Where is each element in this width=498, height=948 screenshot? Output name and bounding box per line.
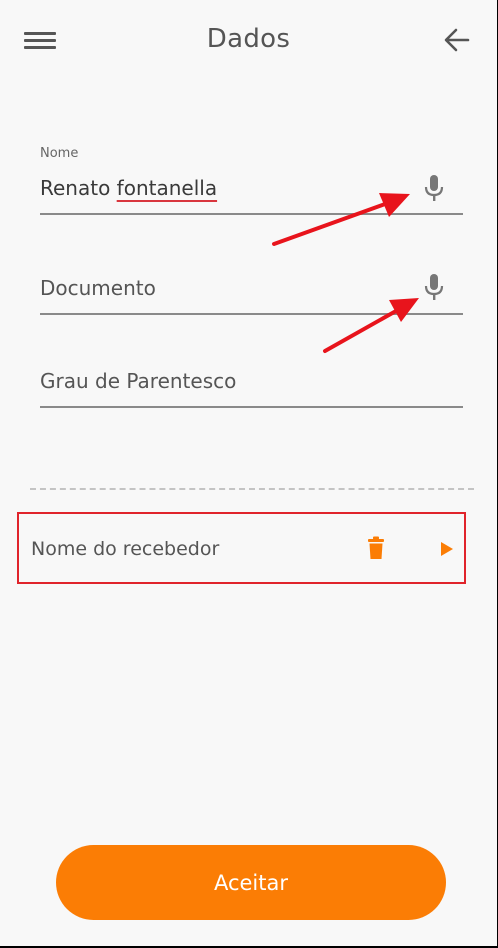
name-field-value[interactable]: Renato fontanella (40, 176, 217, 200)
section-divider (30, 488, 474, 490)
app-header: Dados (0, 0, 497, 80)
microphone-icon (424, 274, 444, 300)
document-field[interactable]: Documento (40, 262, 463, 316)
misspelled-word: fontanella (116, 176, 218, 200)
microphone-icon (424, 175, 444, 201)
receiver-row[interactable]: Nome do recebedor (17, 512, 466, 584)
name-field-label: Nome (40, 146, 79, 161)
kinship-field-underline (40, 406, 463, 408)
trash-icon (368, 536, 384, 559)
kinship-field-placeholder: Grau de Parentesco (40, 369, 237, 393)
document-field-underline (40, 313, 463, 315)
name-field-underline (40, 213, 463, 215)
delete-receiver-button[interactable] (367, 536, 385, 560)
accept-button[interactable]: Aceitar (56, 845, 446, 920)
page-title: Dados (206, 24, 291, 54)
document-field-placeholder: Documento (40, 276, 156, 300)
arrow-left-icon (444, 28, 470, 52)
screen: Dados Nome Renato fontanella Documento G… (0, 0, 497, 946)
back-button[interactable] (442, 26, 472, 54)
kinship-field[interactable]: Grau de Parentesco (40, 355, 463, 409)
document-mic-button[interactable] (423, 272, 445, 302)
expand-receiver-button[interactable] (440, 541, 454, 556)
name-field[interactable]: Nome Renato fontanella (40, 140, 463, 216)
receiver-label: Nome do recebedor (31, 538, 220, 560)
name-mic-button[interactable] (423, 173, 445, 203)
play-triangle-icon (441, 542, 453, 556)
